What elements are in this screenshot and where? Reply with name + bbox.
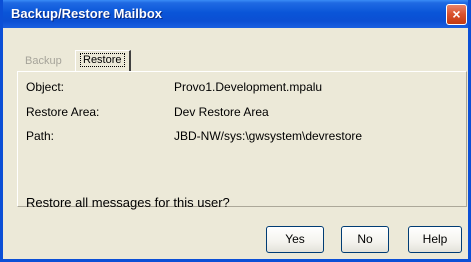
tab-restore-label: Restore: [80, 53, 125, 67]
object-value: Provo1.Development.mpalu: [174, 80, 323, 94]
tab-backup[interactable]: Backup: [21, 52, 66, 70]
restore-area-value: Dev Restore Area: [174, 105, 269, 119]
restore-area-label: Restore Area:: [26, 105, 100, 119]
path-label: Path:: [26, 129, 55, 143]
restore-question: Restore all messages for this user?: [26, 195, 230, 210]
yes-button[interactable]: Yes: [266, 226, 324, 253]
restore-panel: Object: Provo1.Development.mpalu Restore…: [17, 71, 467, 210]
no-button[interactable]: No: [341, 226, 389, 253]
path-value: JBD-NW/sys:\gwsystem\devrestore: [174, 129, 363, 143]
object-label: Object:: [26, 80, 65, 94]
title-bar[interactable]: Backup/Restore Mailbox ×: [3, 0, 468, 28]
window-title: Backup/Restore Mailbox: [11, 6, 162, 21]
help-button[interactable]: Help: [408, 226, 462, 253]
backup-restore-mailbox-dialog: Backup/Restore Mailbox × Backup Restore …: [0, 0, 471, 262]
tab-restore[interactable]: Restore: [75, 50, 131, 71]
close-icon[interactable]: ×: [446, 4, 467, 25]
